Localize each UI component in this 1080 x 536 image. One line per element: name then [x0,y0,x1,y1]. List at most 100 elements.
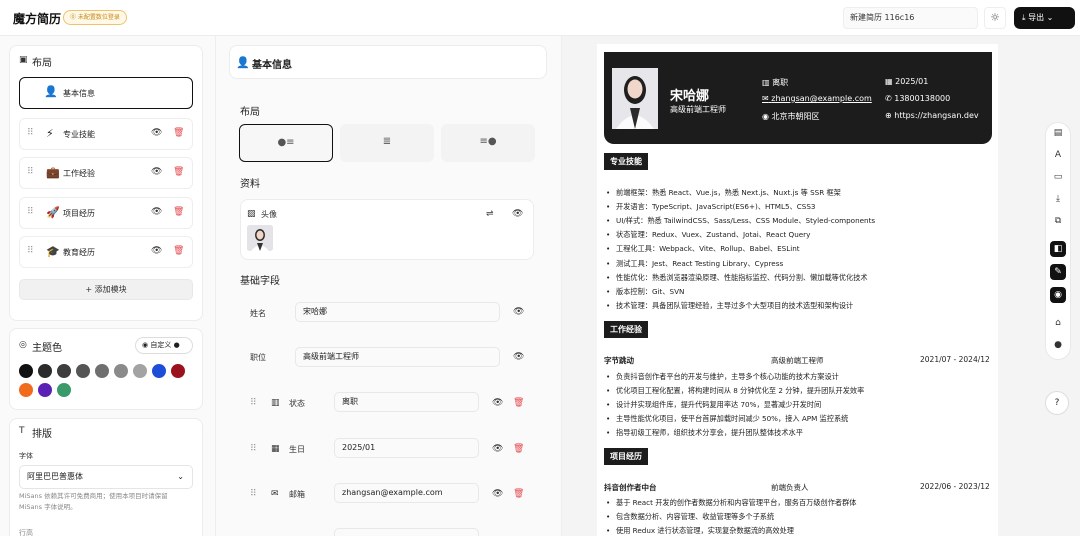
person-icon: 👤 [236,56,250,69]
work-item-text: 设计并实现组件库，提升代码复用率达 70%，显著减少开发时间 [616,400,822,410]
eye-icon[interactable]: 👁 [512,209,523,219]
font-label: 字体 [19,452,33,460]
field-email-label: 邮箱 [289,490,305,499]
trash-icon[interactable]: 🗑 [513,444,524,454]
eye-icon[interactable]: 👁 [492,489,503,499]
trash-icon[interactable]: 🗑 [173,128,184,138]
login-status-badge[interactable]: ⓪ 未配置数位登录 [63,10,127,25]
trash-icon[interactable]: 🗑 [173,167,184,177]
color-swatch[interactable] [133,364,147,378]
custom-color-button[interactable]: ◉ 自定义 ● [135,337,193,354]
eye-icon[interactable]: 👁 [151,246,162,256]
eye-icon[interactable]: 👁 [492,444,503,454]
status-input[interactable]: 离职 [334,392,479,412]
eye-icon[interactable]: ◉ [1050,287,1066,303]
drag-handle-icon[interactable]: ⠿ [27,167,34,177]
project-item: 包含数据分析、内容管理、收益管理等多个子系统 [606,512,774,522]
skill-item-text: 版本控制：Git、SVN [616,286,685,296]
resume-section-work: 工作经验 [604,321,648,338]
eye-icon[interactable]: 👁 [151,128,162,138]
color-swatch[interactable] [57,383,71,397]
add-module-button[interactable]: + 添加模块 [19,279,193,300]
person-icon: 👤 [44,85,58,98]
skill-item-text: UI/样式：熟悉 TailwindCSS、Sass/Less、CSS Modul… [616,216,876,226]
drag-handle-icon[interactable]: ⠿ [27,246,34,256]
work-item-text: 负责抖音创作者平台的开发与维护，主导多个核心功能的技术方案设计 [616,372,839,381]
layout-option-left[interactable]: ●≡ [239,124,333,162]
eye-icon[interactable]: 👁 [151,207,162,217]
drag-handle-icon[interactable]: ⠿ [250,398,257,408]
name-input[interactable]: 宋哈娜 [295,302,500,322]
trash-icon[interactable]: 🗑 [173,207,184,217]
color-swatch[interactable] [38,364,52,378]
work-role: 高级前端工程师 [771,356,824,365]
help-icon[interactable]: ? [1045,391,1069,415]
color-swatch[interactable] [171,364,185,378]
github-icon[interactable]: ● [1050,337,1066,353]
color-swatch[interactable] [38,383,52,397]
title-input[interactable]: 高级前端工程师 [295,347,500,367]
work-item: 设计并实现组件库，提升代码复用率达 70%，显著减少开发时间 [606,400,821,410]
color-swatch[interactable] [114,364,128,378]
field-status-label: 状态 [289,399,305,408]
drag-handle-icon[interactable]: ⠿ [27,128,34,138]
layout-option-right[interactable]: ≡● [441,124,535,162]
drag-handle-icon[interactable]: ⠿ [27,207,34,217]
home-icon[interactable]: ⌂ [1050,315,1066,331]
module-label: 基本信息 [63,89,95,98]
eye-icon[interactable]: 👁 [492,398,503,408]
resume-location: ◉ 北京市朝阳区 [762,111,820,122]
resume-name: 宋哈娜 [670,89,710,104]
export-button[interactable]: ⤓ 导出 ⌄ [1014,7,1075,29]
copy-icon[interactable]: ⧉ [1050,213,1066,229]
font-style-icon[interactable]: A [1050,147,1066,163]
module-skills[interactable]: ⠿ ⚡ 专业技能 👁 🗑 [19,118,193,150]
layout-grid-icon[interactable]: ▤ [1050,125,1066,141]
project-item: 基于 React 开发的创作者数据分析和内容管理平台，服务百万级创作者群体 [606,498,856,508]
avatar-thumbnail[interactable] [247,225,273,251]
app-logo[interactable]: 魔方简历 [13,10,61,27]
eye-icon[interactable]: 👁 [513,307,524,317]
eye-icon[interactable]: 👁 [151,167,162,177]
skill-item-text: 技术管理：具备团队管理经验，主导过多个大型项目的技术选型和架构设计 [616,300,854,310]
profile-label: 资料 [240,179,260,190]
next-field-input[interactable] [334,528,479,536]
file-text-icon[interactable]: ▭ [1050,169,1066,185]
sun-icon[interactable]: ☼ [984,7,1006,29]
color-swatch[interactable] [95,364,109,378]
drag-handle-icon[interactable]: ⠿ [250,444,257,454]
theme-title: 主题色 [32,343,62,354]
module-basic-info[interactable]: 👤 基本信息 [19,77,193,109]
resume-phone: ✆ 13800138000 [885,94,950,103]
module-work[interactable]: ⠿ 💼 工作经验 👁 🗑 [19,157,193,189]
email-input[interactable]: zhangsan@example.com [334,483,479,503]
trash-icon[interactable]: 🗑 [173,246,184,256]
module-projects[interactable]: ⠿ 🚀 项目经历 👁 🗑 [19,197,193,229]
plus-icon: + [85,285,93,294]
eye-icon[interactable]: 👁 [513,352,524,362]
color-swatch[interactable] [57,364,71,378]
trash-icon[interactable]: 🗑 [513,489,524,499]
field-title-label: 职位 [250,353,266,362]
settings-sliders-icon[interactable]: ⇌ [486,209,494,219]
trash-icon[interactable]: 🗑 [513,398,524,408]
skill-item: 前端框架：熟悉 React、Vue.js，熟悉 Next.js、Nuxt.js … [606,188,841,198]
layout-option-center[interactable]: ≣ [340,124,434,162]
color-swatch[interactable] [19,383,33,397]
download-icon[interactable]: ⤓ [1050,191,1066,207]
color-swatch[interactable] [152,364,166,378]
mail-icon: ✉ [271,489,279,499]
birthday-input[interactable]: 2025/01 [334,438,479,458]
top-bar: 魔方简历 ⓪ 未配置数位登录 新建简历 116c16 ☼ ⤓ 导出 ⌄ [0,0,1080,36]
color-swatch[interactable] [76,364,90,378]
edit-pen-icon[interactable]: ✎ [1050,264,1066,280]
resume-name-input[interactable]: 新建简历 116c16 [843,7,978,29]
drag-handle-icon[interactable]: ⠿ [250,489,257,499]
resume-photo-image [612,68,658,129]
module-education[interactable]: ⠿ 🎓 教育经历 👁 🗑 [19,236,193,268]
color-swatch[interactable] [19,364,33,378]
map-pin-icon: ◉ [762,112,769,121]
resume-title: 高级前端工程师 [670,105,726,114]
font-select[interactable]: 阿里巴巴普惠体 ⌄ [19,465,193,489]
panel-toggle-icon[interactable]: ◧ [1050,241,1066,257]
